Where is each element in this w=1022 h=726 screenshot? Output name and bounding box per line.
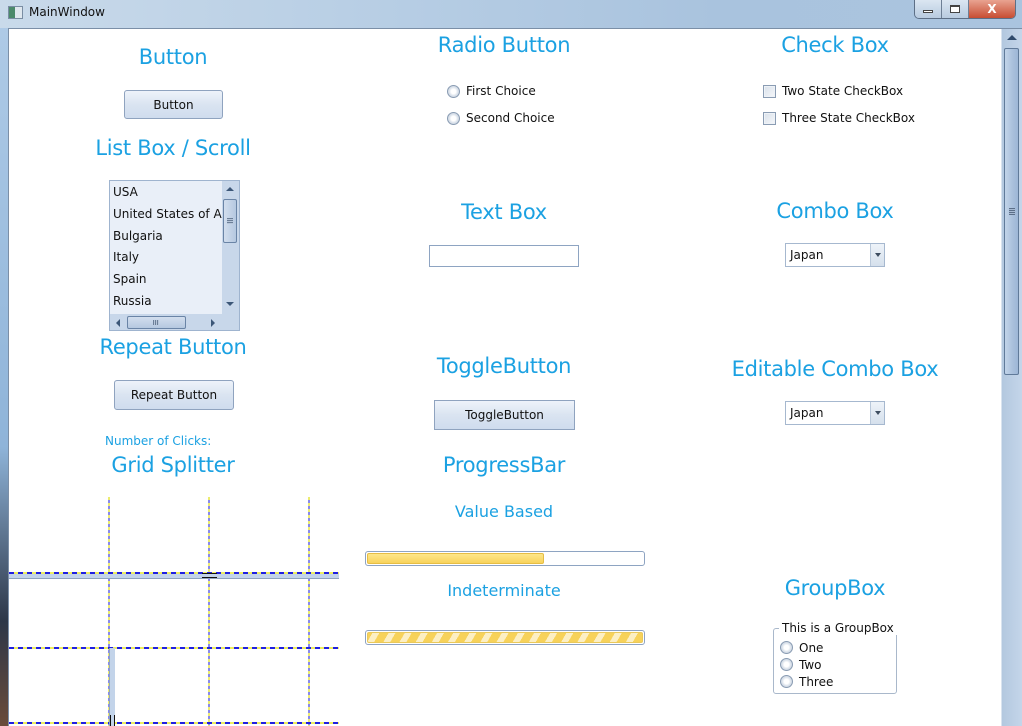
dropdown-arrow-icon[interactable] xyxy=(870,402,884,424)
list-item[interactable]: Bulgaria xyxy=(110,225,222,247)
editable-combo-box[interactable]: Japan xyxy=(785,401,885,425)
combo-selected-value: Japan xyxy=(790,248,824,262)
progress-fill xyxy=(367,553,544,564)
minimize-icon xyxy=(923,10,933,13)
grid-splitter-heading: Grid Splitter xyxy=(111,453,235,477)
groupbox-legend: This is a GroupBox xyxy=(779,621,897,635)
list-item[interactable]: Russia xyxy=(110,290,222,312)
checkbox-label: Two State CheckBox xyxy=(782,84,904,98)
grid-line xyxy=(9,572,339,574)
caption-buttons: X xyxy=(914,0,1016,19)
radio-label: Two xyxy=(799,657,822,672)
column-resize-cursor-icon xyxy=(110,715,115,726)
window-frame xyxy=(0,28,8,726)
radio-icon xyxy=(447,84,460,98)
radio-label: Second Choice xyxy=(466,111,555,125)
grid-line xyxy=(9,647,339,649)
maximize-icon xyxy=(950,5,960,13)
checkbox-icon xyxy=(763,84,776,98)
checkbox-label: Three State CheckBox xyxy=(782,111,915,125)
radio-icon xyxy=(780,658,793,671)
grid-line xyxy=(9,722,339,724)
minimize-button[interactable] xyxy=(915,0,942,18)
value-based-label: Value Based xyxy=(454,502,554,521)
group-radio-three[interactable]: Three xyxy=(780,673,896,690)
list-item[interactable]: Spain xyxy=(110,268,222,290)
scroll-corner xyxy=(222,314,239,330)
list-box[interactable]: USA United States of America Bulgaria It… xyxy=(109,180,240,331)
grid-line xyxy=(208,497,210,726)
listbox-vertical-scrollbar[interactable] xyxy=(222,181,239,314)
combo-box-heading: Combo Box xyxy=(776,199,894,223)
radio-label: Three xyxy=(799,674,834,689)
radio-icon xyxy=(780,675,793,688)
radio-second-choice[interactable]: Second Choice xyxy=(447,111,555,125)
repeat-button[interactable]: Repeat Button xyxy=(114,380,234,410)
toggle-button[interactable]: ToggleButton xyxy=(434,400,575,430)
indeterminate-label: Indeterminate xyxy=(447,581,561,600)
scroll-left-arrow-icon[interactable] xyxy=(116,319,120,327)
title-bar[interactable]: MainWindow X xyxy=(0,0,1022,28)
repeat-button-heading: Repeat Button xyxy=(99,335,247,359)
progress-fill-animated xyxy=(367,632,643,643)
combo-box[interactable]: Japan xyxy=(785,243,885,267)
listbox-horizontal-scrollbar[interactable] xyxy=(110,314,222,330)
text-box-input[interactable] xyxy=(429,245,579,267)
radio-first-choice[interactable]: First Choice xyxy=(447,84,536,98)
button[interactable]: Button xyxy=(124,90,223,119)
editable-combo-input[interactable]: Japan xyxy=(786,402,870,424)
text-box-heading: Text Box xyxy=(461,200,547,224)
grid-line xyxy=(308,497,310,726)
radio-label: First Choice xyxy=(466,84,536,98)
app-icon xyxy=(8,6,23,19)
progressbar-heading: ProgressBar xyxy=(442,453,566,477)
dropdown-arrow-icon[interactable] xyxy=(870,244,884,266)
toggle-button-heading: ToggleButton xyxy=(436,354,572,378)
scroll-thumb[interactable] xyxy=(1004,48,1019,375)
value-progress-bar xyxy=(365,551,645,566)
close-button[interactable]: X xyxy=(969,0,1015,18)
radio-icon xyxy=(780,641,793,654)
radio-icon xyxy=(447,111,460,125)
number-of-clicks-label: Number of Clicks: xyxy=(105,434,212,448)
listbox-heading: List Box / Scroll xyxy=(95,136,251,160)
scroll-thumb[interactable] xyxy=(223,199,237,243)
scroll-up-arrow-icon[interactable] xyxy=(226,187,234,191)
group-radio-two[interactable]: Two xyxy=(780,656,896,673)
three-state-checkbox[interactable]: Three State CheckBox xyxy=(763,111,915,125)
radio-label: One xyxy=(799,640,824,655)
list-item[interactable]: USA xyxy=(110,181,222,203)
check-box-heading: Check Box xyxy=(781,33,889,57)
scroll-thumb[interactable] xyxy=(127,316,186,329)
window-vertical-scrollbar[interactable] xyxy=(1001,29,1022,726)
group-radio-one[interactable]: One xyxy=(780,639,896,656)
groupbox-heading: GroupBox xyxy=(784,576,886,600)
grip-icon xyxy=(1009,208,1015,215)
list-item[interactable]: United States of America xyxy=(110,203,222,225)
maximize-button[interactable] xyxy=(942,0,969,18)
client-area: Button Button List Box / Scroll USA Unit… xyxy=(8,28,1022,726)
list-item[interactable]: Italy xyxy=(110,246,222,268)
list-items: USA United States of America Bulgaria It… xyxy=(110,181,222,314)
window-title: MainWindow xyxy=(29,5,105,19)
radio-button-heading: Radio Button xyxy=(437,33,571,57)
button-heading: Button xyxy=(138,45,208,69)
grid-splitter-area xyxy=(9,497,339,726)
two-state-checkbox[interactable]: Two State CheckBox xyxy=(763,84,903,98)
scroll-right-arrow-icon[interactable] xyxy=(211,319,215,327)
indeterminate-progress-bar xyxy=(365,630,645,645)
close-icon: X xyxy=(987,2,997,16)
editable-combo-box-heading: Editable Combo Box xyxy=(731,357,939,381)
row-resize-cursor-icon xyxy=(202,573,217,578)
group-box: This is a GroupBox One Two Three xyxy=(773,621,897,694)
scroll-up-arrow-icon[interactable] xyxy=(1007,35,1017,40)
scroll-down-arrow-icon[interactable] xyxy=(226,302,234,306)
checkbox-icon xyxy=(763,111,776,125)
